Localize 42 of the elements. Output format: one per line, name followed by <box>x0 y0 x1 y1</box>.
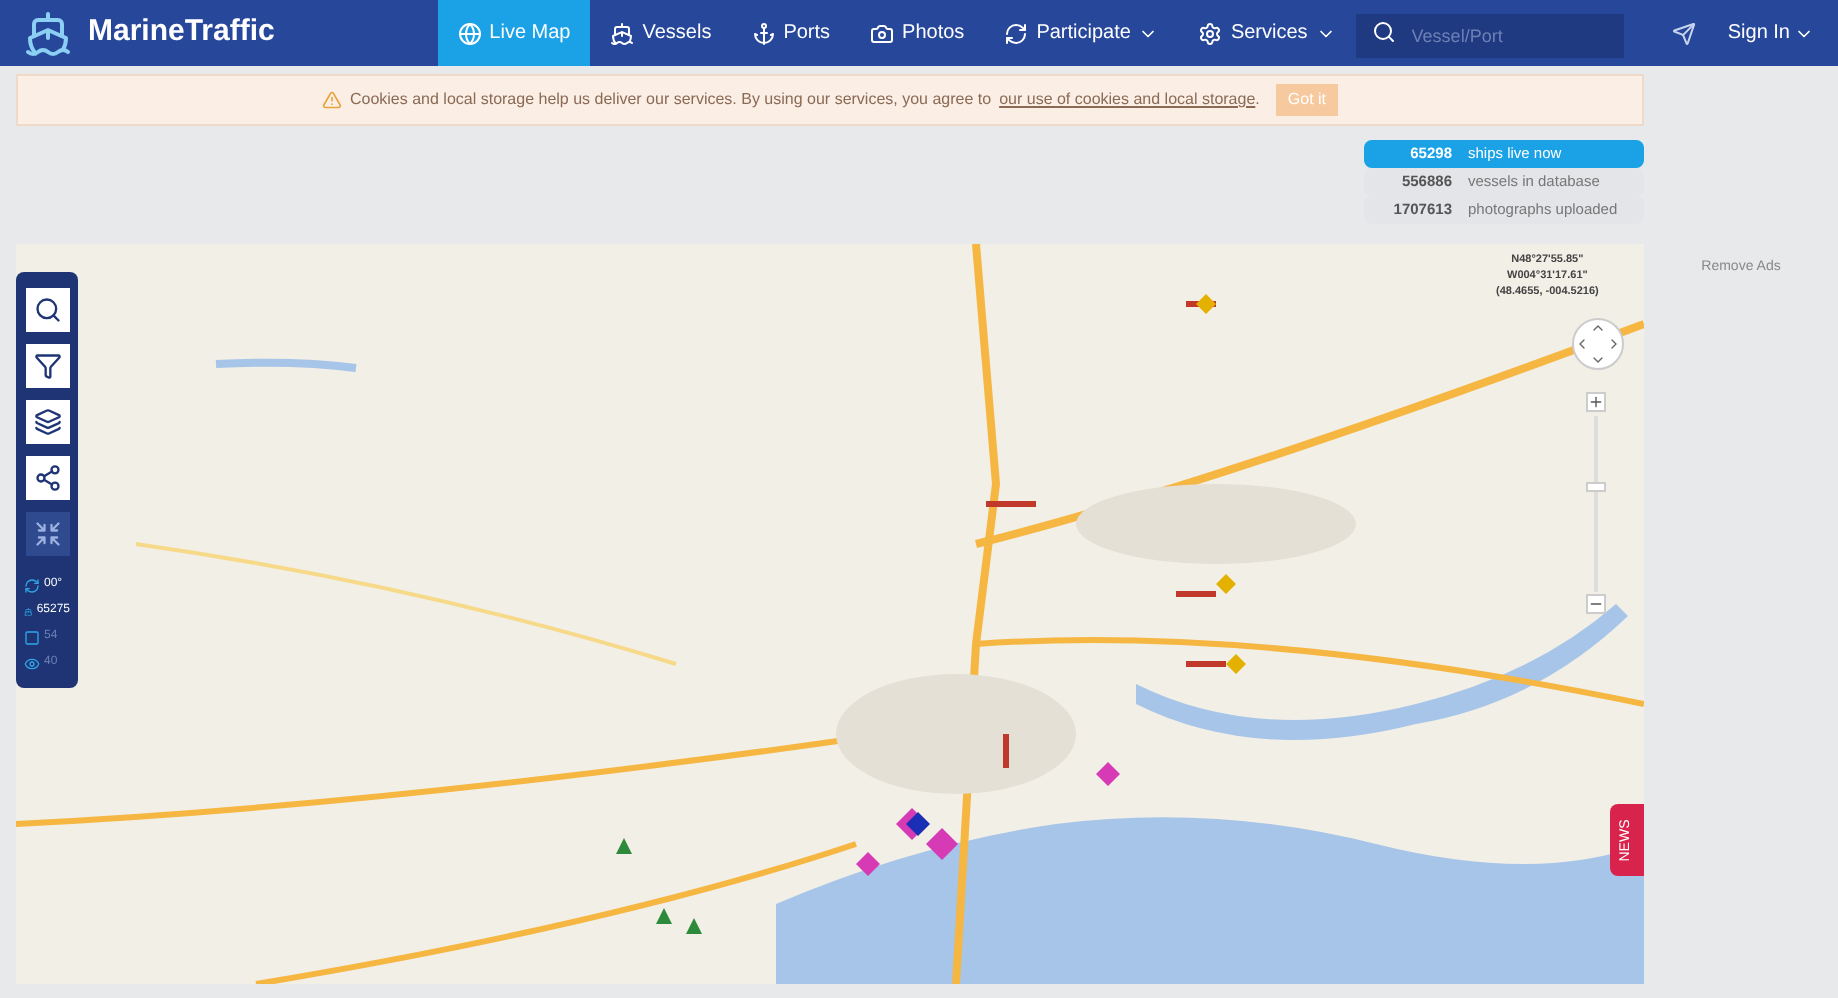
refresh-icon <box>1004 21 1029 45</box>
logo-icon <box>24 9 72 57</box>
nav-tab[interactable]: Vessels <box>590 0 732 66</box>
square-icon <box>24 629 40 645</box>
fullscreen-tool-button[interactable] <box>25 512 69 556</box>
network-tool-button[interactable] <box>25 456 69 500</box>
globe-icon <box>457 21 482 45</box>
layers-icon <box>33 408 61 436</box>
cookie-notice: Cookies and local storage help us deliver our services. By using our services, you agree to <box>349 88 992 112</box>
chevron-right-icon <box>1606 336 1622 352</box>
nav-tab[interactable]: Ports <box>731 0 851 66</box>
chevron-down-icon <box>1590 352 1606 368</box>
cookie-policy-link[interactable]: our use of cookies and local storage <box>999 88 1256 112</box>
search-icon <box>33 296 61 324</box>
fullscreen-icon <box>33 520 61 548</box>
chevron-up-icon <box>1590 320 1606 336</box>
sign-in-button[interactable]: Sign In <box>1727 18 1814 48</box>
ship-icon <box>610 21 635 45</box>
anchor-icon <box>751 21 776 45</box>
nav-tab[interactable]: Participate <box>984 0 1179 66</box>
filter-tool-button[interactable] <box>25 344 69 388</box>
zoom-slider-handle[interactable] <box>1586 482 1606 492</box>
plane-icon[interactable] <box>1671 19 1696 47</box>
search-field[interactable]: Vessel/Port <box>1355 13 1624 57</box>
network-icon <box>33 464 61 492</box>
ship-icon <box>24 603 33 619</box>
eye-icon <box>24 655 40 671</box>
brand-name[interactable]: MarineTraffic <box>88 10 275 56</box>
filter-icon <box>33 352 61 380</box>
nav-tab[interactable]: Services <box>1178 0 1356 66</box>
camera-icon <box>870 21 895 45</box>
cookie-notice-period: . <box>1255 88 1260 112</box>
warning-icon <box>321 90 342 110</box>
zoom-out-button[interactable] <box>1586 594 1606 614</box>
layers-tool-button[interactable] <box>25 400 69 444</box>
nav-tab[interactable]: Photos <box>850 0 985 66</box>
plus-icon <box>1588 394 1604 410</box>
chevron-left-icon <box>1574 336 1590 352</box>
search-tool-button[interactable] <box>25 288 69 332</box>
zoom-in-button[interactable] <box>1586 392 1606 412</box>
settings-icon <box>1198 21 1223 45</box>
refresh-icon <box>24 577 40 593</box>
